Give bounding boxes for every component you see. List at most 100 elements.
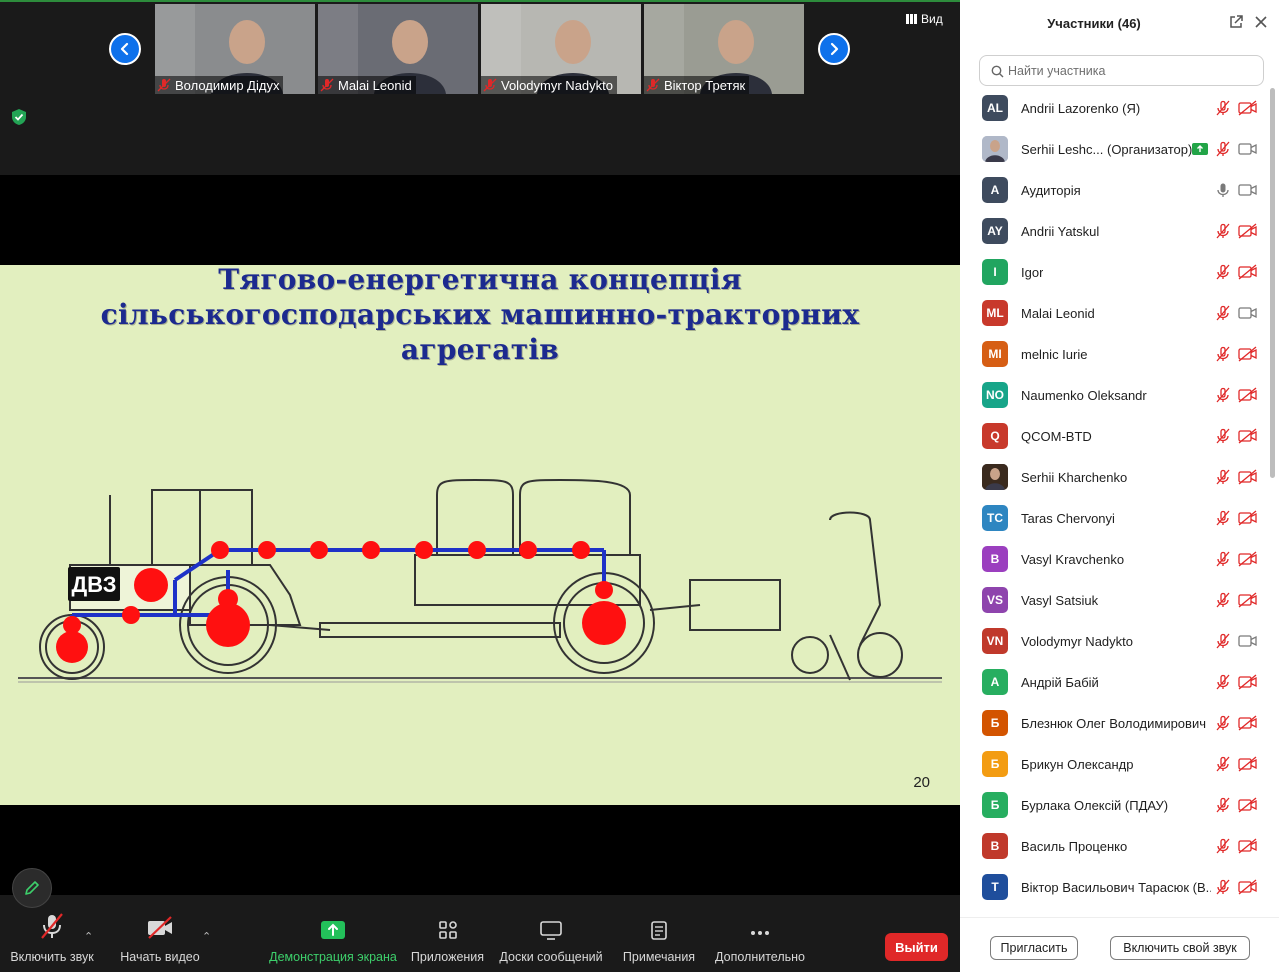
microphone-muted-icon	[320, 78, 334, 92]
microphone-muted-icon[interactable]	[1215, 797, 1231, 813]
whiteboards-button[interactable]: Доски сообщений	[498, 912, 604, 972]
participant-row[interactable]: TC Taras Chervonyi	[960, 498, 1269, 539]
participant-row[interactable]: Serhii Kharchenko	[960, 457, 1269, 498]
microphone-muted-icon[interactable]	[1215, 346, 1231, 362]
video-off-icon[interactable]	[1238, 223, 1258, 239]
participant-row[interactable]: VN Volodymyr Nadykto	[960, 621, 1269, 662]
microphone-muted-icon[interactable]	[1215, 838, 1231, 854]
avatar-initials: А	[990, 675, 1000, 689]
video-off-icon[interactable]	[1238, 264, 1258, 280]
video-off-icon[interactable]	[1238, 469, 1258, 485]
participant-row[interactable]: А Андрій Бабій	[960, 662, 1269, 703]
video-tile[interactable]: Volodymyr Nadykto	[481, 4, 641, 94]
video-off-icon[interactable]	[1238, 510, 1258, 526]
avatar-initials: A	[990, 183, 1000, 197]
participant-row[interactable]: B Vasyl Kravchenko	[960, 539, 1269, 580]
participant-row[interactable]: NO Naumenko Oleksandr	[960, 375, 1269, 416]
participant-row[interactable]: A Аудиторія	[960, 170, 1269, 211]
participant-name: Віктор Васильович Тарасюк (В...	[1021, 880, 1211, 895]
microphone-muted-icon[interactable]	[1215, 100, 1231, 116]
participant-row[interactable]: Б Бурлака Олексій (ПДАУ)	[960, 785, 1269, 826]
video-tile[interactable]: Віктор Третяк	[644, 4, 804, 94]
microphone-muted-icon[interactable]	[1215, 633, 1231, 649]
tile-name-tag: Volodymyr Nadykto	[481, 76, 617, 94]
tile-name-tag: Malai Leonid	[318, 76, 416, 94]
participant-row[interactable]: VS Vasyl Satsiuk	[960, 580, 1269, 621]
video-off-icon[interactable]	[1238, 674, 1258, 690]
participant-row[interactable]: В Василь Проценко	[960, 826, 1269, 867]
unmute-button[interactable]: Включить звук	[8, 912, 96, 972]
microphone-muted-icon[interactable]	[1215, 264, 1231, 280]
annotate-button[interactable]	[12, 868, 52, 908]
microphone-muted-icon[interactable]	[1215, 674, 1231, 690]
avatar: Б	[982, 710, 1008, 736]
view-button[interactable]: Вид	[906, 12, 943, 26]
participant-row[interactable]: Q QCOM-BTD	[960, 416, 1269, 457]
participant-row[interactable]: AY Andrii Yatskul	[960, 211, 1269, 252]
video-off-icon[interactable]	[1238, 428, 1258, 444]
avatar: I	[982, 259, 1008, 285]
video-off-icon[interactable]	[1238, 592, 1258, 608]
meeting-area: Володимир Дідух Malai Leonid Volodymyr Nad…	[0, 0, 960, 972]
microphone-muted-icon[interactable]	[1215, 592, 1231, 608]
unmute-self-button[interactable]: Включить свой звук	[1110, 936, 1250, 960]
popout-icon[interactable]	[1228, 14, 1244, 30]
apps-button[interactable]: Приложения	[410, 912, 485, 972]
video-off-icon[interactable]	[1238, 838, 1258, 854]
participant-row[interactable]: Б Брикун Олександр	[960, 744, 1269, 785]
audio-options-caret[interactable]: ⌃	[84, 930, 93, 943]
microphone-muted-icon[interactable]	[1215, 551, 1231, 567]
video-off-icon[interactable]	[1238, 797, 1258, 813]
video-tile[interactable]: Володимир Дідух	[155, 4, 315, 94]
avatar: TC	[982, 505, 1008, 531]
participant-row[interactable]: MI melnic Iurie	[960, 334, 1269, 375]
microphone-muted-icon[interactable]	[1215, 510, 1231, 526]
video-tile[interactable]: Malai Leonid	[318, 4, 478, 94]
participant-row[interactable]: ML Malai Leonid	[960, 293, 1269, 334]
security-shield-icon[interactable]	[10, 108, 28, 126]
microphone-muted-icon[interactable]	[1215, 387, 1231, 403]
close-icon[interactable]	[1254, 15, 1268, 29]
video-off-icon[interactable]	[1238, 387, 1258, 403]
participant-row[interactable]: Б Блезнюк Олег Володимирович	[960, 703, 1269, 744]
video-off-icon[interactable]	[1238, 879, 1258, 895]
avatar-initials: Б	[990, 716, 1000, 730]
gallery-prev-button[interactable]	[109, 33, 141, 65]
microphone-icon[interactable]	[1215, 182, 1231, 198]
start-video-button[interactable]: Начать видео	[118, 912, 202, 972]
microphone-muted-icon[interactable]	[1215, 305, 1231, 321]
participant-row[interactable]: Serhii Leshc... (Организатор)	[960, 129, 1269, 170]
gallery-next-button[interactable]	[818, 33, 850, 65]
share-screen-button[interactable]: Демонстрация экрана	[268, 912, 398, 972]
video-camera-icon[interactable]	[1238, 141, 1258, 157]
scrollbar-thumb[interactable]	[1270, 88, 1275, 478]
participant-row[interactable]: I Igor	[960, 252, 1269, 293]
microphone-muted-icon[interactable]	[1215, 879, 1231, 895]
leave-meeting-button[interactable]: Выйти	[885, 933, 948, 961]
microphone-muted-icon[interactable]	[1215, 428, 1231, 444]
microphone-muted-icon[interactable]	[1215, 141, 1231, 157]
invite-button[interactable]: Пригласить	[990, 936, 1078, 960]
video-off-icon[interactable]	[1238, 715, 1258, 731]
video-options-caret[interactable]: ⌃	[202, 930, 211, 943]
participant-search[interactable]	[979, 55, 1264, 86]
video-off-icon[interactable]	[1238, 756, 1258, 772]
microphone-muted-icon[interactable]	[1215, 756, 1231, 772]
avatar: Б	[982, 751, 1008, 777]
avatar-initials: VN	[986, 634, 1004, 648]
microphone-muted-icon[interactable]	[1215, 469, 1231, 485]
notes-button[interactable]: Примечания	[620, 912, 698, 972]
more-button[interactable]: Дополнительно	[712, 912, 808, 972]
video-off-icon[interactable]	[1238, 551, 1258, 567]
participant-row[interactable]: Т Віктор Васильович Тарасюк (В...	[960, 867, 1269, 908]
microphone-muted-icon[interactable]	[1215, 715, 1231, 731]
search-input[interactable]	[1008, 60, 1258, 82]
video-off-icon[interactable]	[1238, 346, 1258, 362]
video-camera-icon[interactable]	[1238, 305, 1258, 321]
microphone-muted-icon[interactable]	[1215, 223, 1231, 239]
video-camera-icon[interactable]	[1238, 633, 1258, 649]
video-off-icon[interactable]	[1238, 100, 1258, 116]
video-camera-icon[interactable]	[1238, 182, 1258, 198]
participant-row[interactable]: AL Andrii Lazorenko (Я)	[960, 88, 1269, 129]
participants-scrollbar[interactable]	[1269, 88, 1275, 917]
